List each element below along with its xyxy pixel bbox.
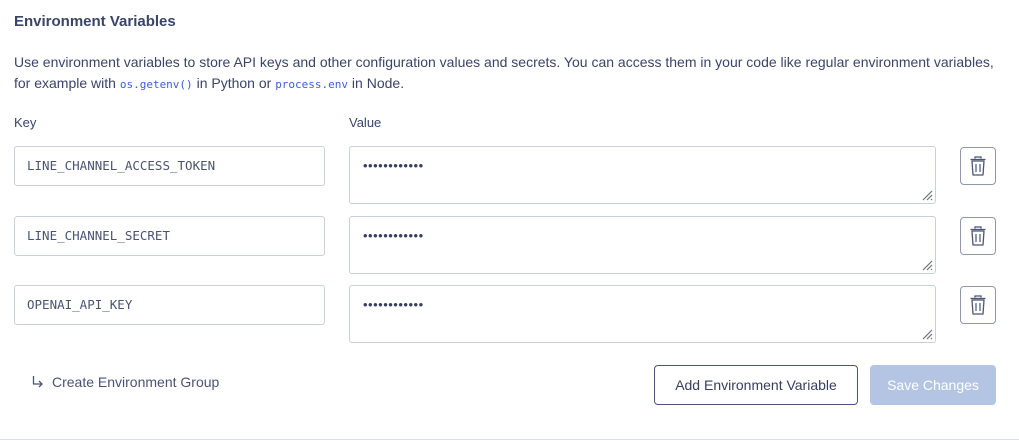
env-key-input[interactable]: LINE_CHANNEL_ACCESS_TOKEN <box>14 146 325 186</box>
create-environment-group-label: Create Environment Group <box>52 374 220 390</box>
env-value-textarea[interactable]: •••••••••••• <box>349 146 936 204</box>
section-description: Use environment variables to store API k… <box>14 52 1004 95</box>
env-value-textarea[interactable]: •••••••••••• <box>349 216 936 274</box>
env-key-input[interactable]: LINE_CHANNEL_SECRET <box>14 216 325 256</box>
code-process-env: process.env <box>275 78 349 91</box>
section-title: Environment Variables <box>14 13 176 30</box>
code-os-getenv: os.getenv() <box>119 78 193 91</box>
resize-grip-icon[interactable] <box>921 259 933 271</box>
environment-variables-card: Environment Variables Use environment va… <box>0 0 1019 440</box>
arrow-turn-down-right-icon <box>32 376 43 388</box>
masked-value: •••••••••••• <box>363 297 424 312</box>
description-text-2: in Python or <box>192 75 276 91</box>
save-changes-button[interactable]: Save Changes <box>870 365 996 405</box>
key-column-label: Key <box>14 115 37 130</box>
trash-icon <box>970 226 986 246</box>
trash-icon <box>970 156 986 176</box>
masked-value: •••••••••••• <box>363 228 424 243</box>
value-column-label: Value <box>349 115 382 130</box>
delete-variable-button[interactable] <box>960 286 996 324</box>
masked-value: •••••••••••• <box>363 158 424 173</box>
create-environment-group-link[interactable]: Create Environment Group <box>32 374 219 390</box>
trash-icon <box>970 295 986 315</box>
resize-grip-icon[interactable] <box>921 189 933 201</box>
resize-grip-icon[interactable] <box>921 328 933 340</box>
delete-variable-button[interactable] <box>960 147 996 185</box>
env-value-textarea[interactable]: •••••••••••• <box>349 285 936 343</box>
description-text-3: in Node. <box>348 75 405 91</box>
add-environment-variable-button[interactable]: Add Environment Variable <box>654 365 858 405</box>
env-key-input[interactable]: OPENAI_API_KEY <box>14 285 325 325</box>
delete-variable-button[interactable] <box>960 217 996 255</box>
